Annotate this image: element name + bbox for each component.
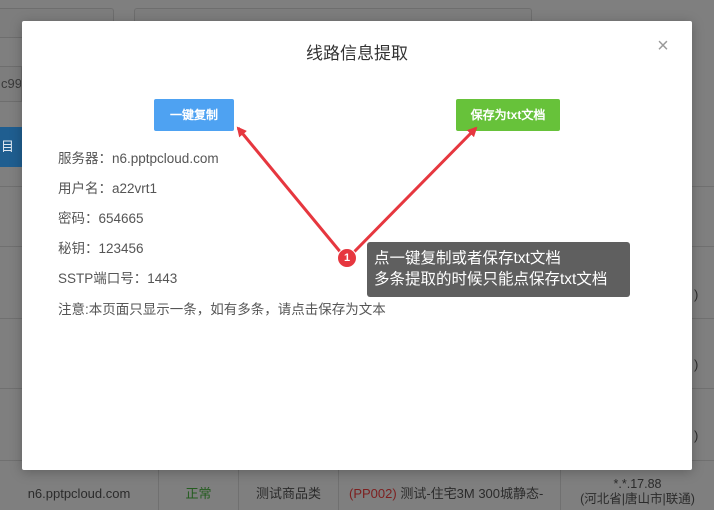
password-row: 密码：654665 — [58, 207, 144, 227]
save-txt-button[interactable]: 保存为txt文档 — [456, 99, 560, 131]
background-field-text: c99 — [1, 76, 22, 91]
password-label: 密码： — [58, 211, 99, 226]
product-name: 测试-住宅3M 300城静态- — [396, 486, 544, 501]
server-label: 服务器： — [58, 151, 112, 166]
dialog-title: 线路信息提取 — [306, 44, 408, 63]
product-code: (PP002) — [349, 486, 397, 501]
background-cell-ip: *.*.17.88 (河北省|唐山市|联通) — [560, 470, 714, 510]
notice-text: 注意:本页面只显示一条，如有多条，请点击保存为文本 — [58, 302, 386, 317]
server-value: n6.pptpcloud.com — [112, 151, 219, 166]
background-cell-fragment: ) — [694, 357, 699, 372]
sstp-port-row: SSTP端口号：1443 — [58, 267, 177, 287]
close-icon[interactable]: × — [654, 36, 672, 56]
background-cell-fragment: ) — [694, 428, 699, 443]
background-cell-type: 测试商品类 — [238, 470, 338, 510]
background-button: 目 — [0, 127, 22, 167]
background-button-label: 目 — [1, 139, 15, 154]
sstp-port-value: 1443 — [147, 271, 178, 286]
step-badge: 1 — [337, 248, 357, 268]
background-cell-fragment: ) — [694, 287, 699, 302]
server-row: 服务器：n6.pptpcloud.com — [58, 147, 219, 167]
password-value: 654665 — [98, 211, 144, 226]
copy-all-button[interactable]: 一键复制 — [154, 99, 234, 131]
secret-key-label: 秘钥： — [58, 241, 99, 256]
callout-line-1: 点一键复制或者保存txt文档 — [374, 250, 561, 267]
callout-line-2: 多条提取的时候只能点保存txt文档 — [374, 271, 608, 288]
secret-key-row: 秘钥：123456 — [58, 237, 144, 257]
sstp-port-label: SSTP端口号： — [58, 271, 148, 286]
background-table-row: n6.pptpcloud.com 正常 测试商品类 (PP002) 测试-住宅3… — [0, 470, 714, 510]
background-cell-status: 正常 — [158, 470, 238, 510]
ip-location: (河北省|唐山市|联通) — [580, 492, 695, 506]
background-cell-product: (PP002) 测试-住宅3M 300城静态- — [338, 470, 560, 510]
username-label: 用户名： — [58, 181, 112, 196]
secret-key-value: 123456 — [98, 241, 144, 256]
username-value: a22vrt1 — [112, 181, 158, 196]
ip-address: *.*.17.88 — [613, 477, 662, 491]
annotation-callout: 点一键复制或者保存txt文档 多条提取的时候只能点保存txt文档 — [367, 242, 630, 297]
background-field: c99 — [0, 66, 22, 102]
background-cell-server: n6.pptpcloud.com — [27, 486, 131, 501]
username-row: 用户名：a22vrt1 — [58, 177, 157, 197]
